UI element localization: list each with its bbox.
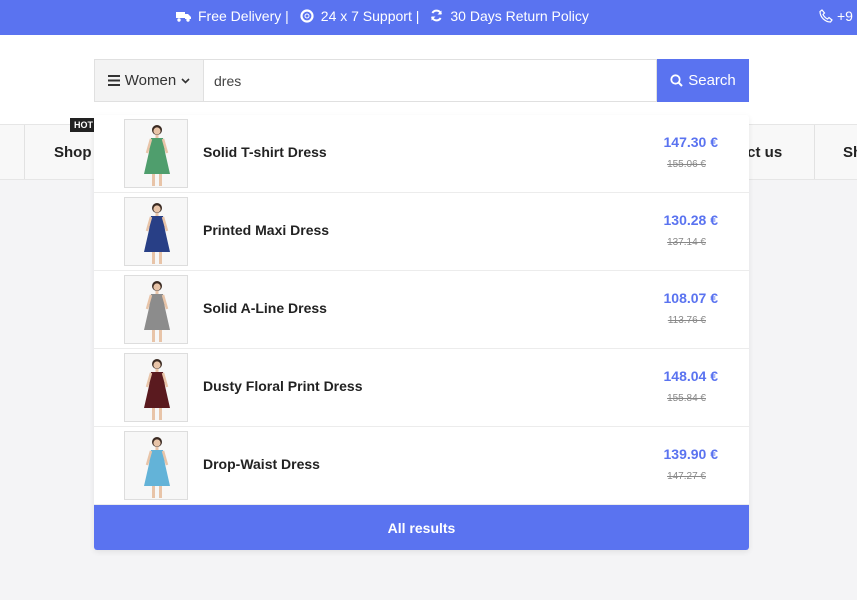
result-item[interactable]: Solid A-Line Dress 108.07 € 113.76 € — [94, 271, 749, 349]
search-input[interactable] — [203, 59, 657, 102]
product-name: Dusty Floral Print Dress — [203, 378, 363, 394]
result-item[interactable]: Printed Maxi Dress 130.28 € 137.14 € — [94, 193, 749, 271]
truck-icon — [176, 11, 191, 22]
bars-icon — [107, 75, 120, 86]
category-dropdown[interactable]: Women — [94, 59, 203, 102]
product-thumbnail — [124, 275, 188, 344]
topbar-info: Free Delivery | 24 x 7 Support | 30 Days… — [176, 0, 589, 31]
phone-icon — [819, 8, 833, 23]
search-icon — [670, 74, 683, 87]
product-name: Solid T-shirt Dress — [203, 144, 327, 160]
product-old-price: 155.84 € — [667, 393, 706, 404]
product-thumbnail — [124, 119, 188, 188]
result-item[interactable]: Drop-Waist Dress 139.90 € 147.27 € — [94, 427, 749, 505]
refresh-icon — [431, 9, 443, 22]
product-old-price: 147.27 € — [667, 471, 706, 482]
nav-item-shop[interactable]: Shop — [54, 125, 92, 179]
result-item[interactable]: Dusty Floral Print Dress 148.04 € 155.84… — [94, 349, 749, 427]
product-thumbnail — [124, 353, 188, 422]
free-delivery-text: Free Delivery | — [198, 7, 289, 24]
product-price: 147.30 € — [663, 134, 719, 150]
search-bar: Women Search — [94, 59, 749, 102]
chevron-down-icon — [181, 77, 190, 84]
nav-shop-label: Shop — [54, 143, 92, 161]
top-info-bar: Free Delivery | 24 x 7 Support | 30 Days… — [0, 0, 857, 35]
product-old-price: 113.76 € — [667, 315, 706, 326]
search-button-label: Search — [688, 72, 736, 89]
nav-divider — [24, 125, 25, 179]
search-button[interactable]: Search — [657, 59, 749, 102]
product-name: Drop-Waist Dress — [203, 456, 320, 472]
dropdown-caret — [412, 104, 434, 115]
search-results-dropdown: Solid T-shirt Dress 147.30 € 155.06 € Pr… — [94, 115, 749, 550]
lifebuoy-icon — [300, 8, 314, 23]
product-price: 108.07 € — [663, 290, 719, 306]
return-policy-text: 30 Days Return Policy — [450, 7, 589, 24]
topbar-phone[interactable]: +9 — [819, 0, 853, 31]
category-label: Women — [124, 72, 177, 89]
all-results-label: All results — [387, 519, 456, 536]
hot-badge: HOT — [70, 118, 97, 132]
nav-divider — [814, 125, 815, 179]
product-price: 148.04 € — [663, 368, 719, 384]
product-name: Printed Maxi Dress — [203, 222, 330, 238]
product-price: 139.90 € — [663, 446, 719, 462]
product-thumbnail — [124, 197, 188, 266]
product-price: 130.28 € — [663, 212, 719, 228]
phone-number: +9 — [837, 7, 853, 24]
all-results-button[interactable]: All results — [94, 505, 749, 550]
product-old-price: 155.06 € — [667, 159, 706, 170]
nav-item-right[interactable]: Sh — [843, 125, 857, 179]
product-old-price: 137.14 € — [667, 237, 706, 248]
product-name: Solid A-Line Dress — [203, 300, 327, 316]
product-thumbnail — [124, 431, 188, 500]
result-item[interactable]: Solid T-shirt Dress 147.30 € 155.06 € — [94, 115, 749, 193]
support-text: 24 x 7 Support | — [320, 7, 420, 24]
nav-right-label: Sh — [843, 143, 857, 161]
